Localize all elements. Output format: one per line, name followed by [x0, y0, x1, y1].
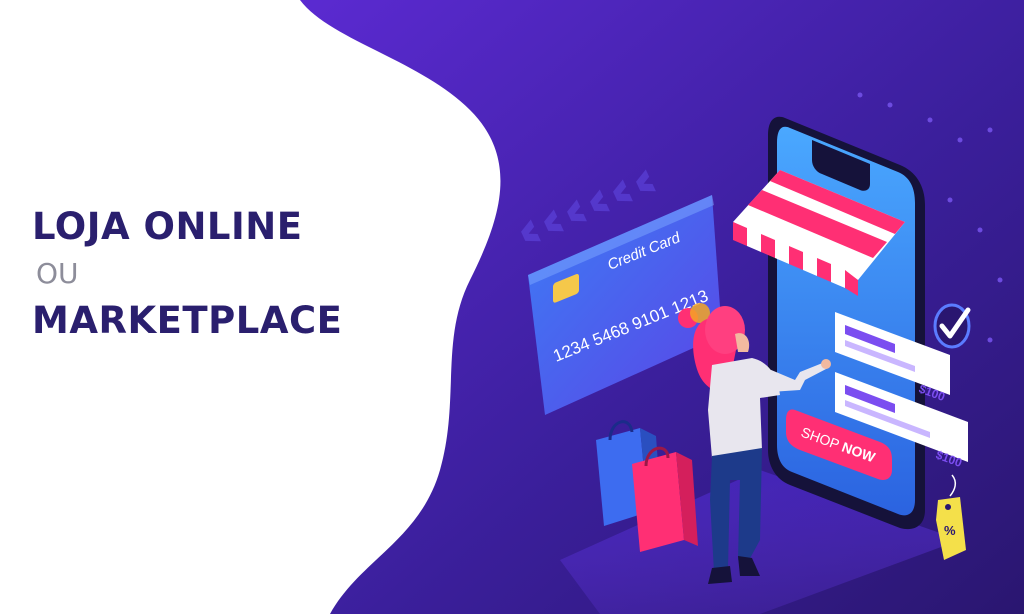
headline: LOJA ONLINE OU MARKETPLACE: [32, 205, 342, 343]
shopping-bag-pink-icon: [632, 446, 698, 552]
headline-line-2: OU: [36, 257, 79, 290]
headline-line-1: LOJA ONLINE: [32, 205, 303, 248]
hero-banner: Credit Card 1234 5468 9101 1213 $100 $10…: [0, 0, 1024, 614]
check-badge-icon: [933, 303, 971, 349]
tag-label: %: [944, 523, 956, 538]
headline-line-3: MARKETPLACE: [32, 299, 343, 342]
